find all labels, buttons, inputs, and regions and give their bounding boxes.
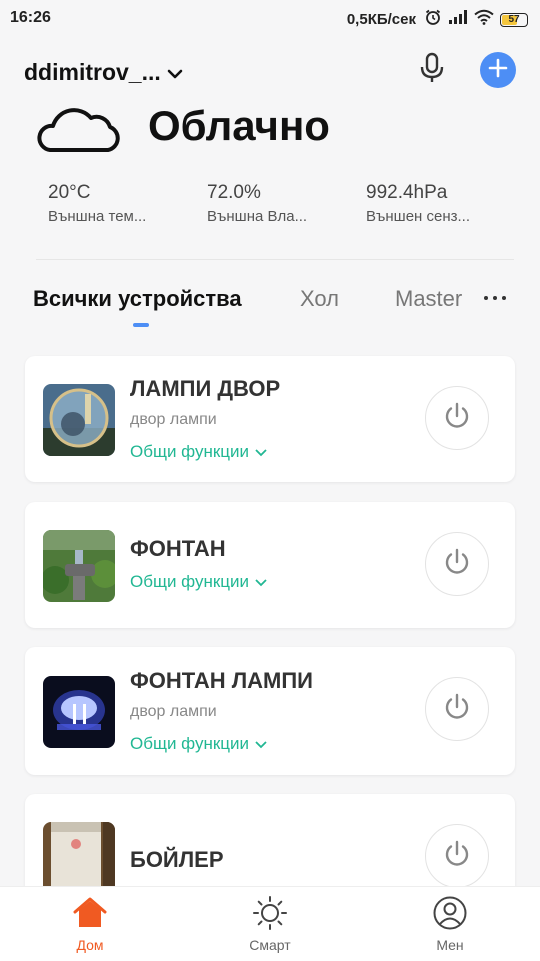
device-card[interactable]: ФОНТАН ЛАМПИ двор лампи Общи функции [25,647,515,775]
header: ddimitrov_... [0,40,540,100]
stat-label: Външна тем... [48,208,147,225]
device-thumbnail [43,676,115,748]
nav-home[interactable]: Дом [40,895,140,953]
tab-hol[interactable]: Хол [300,286,339,312]
status-indicators: 0,5КБ/сек 57 [347,8,528,31]
stat-pressure[interactable]: 992.4hPa Външен сенз... [366,182,506,225]
divider [36,259,514,260]
device-thumbnail [43,384,115,456]
weather-condition: Облачно [148,102,330,149]
tab-master[interactable]: Master [395,286,469,312]
battery-level: 57 [508,14,520,25]
more-tabs-icon[interactable] [484,296,506,300]
mic-icon [418,52,446,89]
device-name: ФОНТАН [130,536,226,561]
chevron-down-icon [255,442,267,462]
mic-button[interactable] [414,52,450,88]
chevron-down-icon [167,59,183,86]
wifi-icon [474,9,494,30]
chevron-down-icon [255,572,267,592]
weather-panel[interactable]: Облачно [0,96,540,166]
home-icon [72,895,108,931]
stat-temperature[interactable]: 20°C Външна тем... [48,182,188,225]
power-icon [442,692,472,727]
device-card[interactable]: ФОНТАН Общи функции [25,502,515,628]
power-button[interactable] [425,677,489,741]
nav-label: Смарт [249,937,291,953]
status-bar: 16:26 0,5КБ/сек 57 [0,0,540,36]
device-name: ЛАМПИ ДВОР [130,376,281,401]
stat-label: Външна Вла... [207,208,308,225]
device-card[interactable]: ЛАМПИ ДВОР двор лампи Общи функции [25,356,515,482]
function-label: Общи функции [130,734,250,753]
device-name: ФОНТАН ЛАМПИ [130,668,313,693]
bottom-navigation: Дом Смарт Мен [0,886,540,961]
status-time: 16:26 [10,9,51,26]
sun-icon [252,895,288,931]
battery-icon: 57 [500,12,528,27]
device-room: двор лампи [130,411,217,428]
tab-indicator [133,323,149,327]
tab-all-devices[interactable]: Всички устройства [33,286,242,312]
alarm-icon [424,8,442,31]
user-icon [432,895,468,931]
common-functions-toggle[interactable]: Общи функции [130,442,267,462]
device-thumbnail [43,822,115,894]
function-label: Общи функции [130,572,250,591]
stat-value: 72.0% [207,182,261,203]
cloud-icon [36,100,122,156]
device-thumbnail [43,530,115,602]
sensor-stats: 20°C Външна тем... 72.0% Външна Вла... 9… [0,182,540,242]
home-selector[interactable]: ddimitrov_... [24,59,183,86]
nav-me[interactable]: Мен [400,895,500,953]
function-label: Общи функции [130,442,250,461]
add-icon [488,58,508,83]
nav-smart[interactable]: Смарт [220,895,320,953]
room-tabs: Всички устройства Хол Master [0,282,540,332]
power-button[interactable] [425,532,489,596]
power-icon [442,839,472,874]
add-button[interactable] [480,52,516,88]
stat-humidity[interactable]: 72.0% Външна Вла... [207,182,347,225]
common-functions-toggle[interactable]: Общи функции [130,734,267,754]
stat-value: 992.4hPa [366,182,448,203]
nav-label: Дом [76,937,104,953]
power-button[interactable] [425,824,489,888]
signal-icon [448,9,468,30]
home-name: ddimitrov_... [24,59,161,85]
device-name: БОЙЛЕР [130,847,224,872]
network-speed: 0,5КБ/сек [346,11,416,28]
device-room: двор лампи [130,703,217,720]
power-icon [442,547,472,582]
power-icon [442,401,472,436]
common-functions-toggle[interactable]: Общи функции [130,572,267,592]
power-button[interactable] [425,386,489,450]
chevron-down-icon [255,734,267,754]
stat-label: Външен сенз... [366,208,470,225]
nav-label: Мен [436,937,464,953]
stat-value: 20°C [48,182,91,203]
